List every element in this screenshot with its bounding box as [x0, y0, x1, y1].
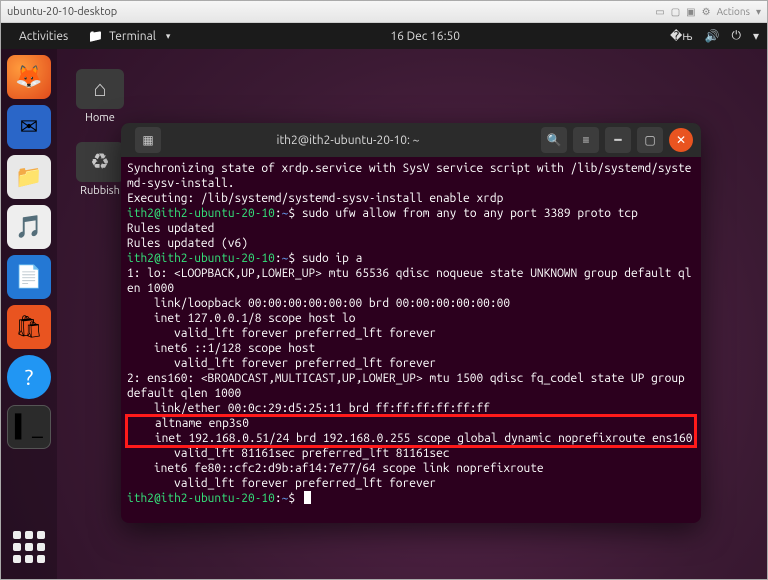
network-icon[interactable]: �њ — [670, 29, 693, 43]
power-icon[interactable]: ⏻ — [731, 29, 741, 43]
home-icon: ⌂ — [76, 69, 124, 109]
new-tab-button[interactable]: ▦ — [135, 127, 161, 153]
vm-actions-label[interactable]: Actions — [717, 6, 750, 17]
activities-button[interactable]: Activities — [9, 30, 78, 43]
search-button[interactable]: 🔍 — [541, 127, 567, 153]
hamburger-menu-button[interactable]: ≡ — [573, 127, 599, 153]
minimize-button[interactable]: ━ — [605, 127, 631, 153]
chevron-down-icon[interactable]: ▾ — [756, 6, 761, 18]
terminal-output[interactable]: Synchronizing state of xrdp.service with… — [121, 157, 701, 523]
chevron-down-icon[interactable]: ▾ — [753, 29, 759, 43]
desktop-rubbish-label: Rubbish — [80, 185, 120, 197]
close-button[interactable]: ✕ — [669, 128, 693, 152]
vm-max-icon[interactable]: ▢ — [671, 6, 680, 18]
highlighted-ip-output: altname enp3s0 inet 192.168.0.51/24 brd … — [127, 416, 695, 446]
vm-close-icon[interactable]: ▣ — [686, 6, 695, 18]
trash-icon: ♻ — [76, 142, 124, 182]
terminal-titlebar[interactable]: ▦ ith2@ith2-ubuntu-20-10: ~ 🔍 ≡ ━ ▢ ✕ — [121, 123, 701, 157]
terminal-app-icon — [88, 29, 103, 43]
dock-thunderbird[interactable]: ✉ — [7, 105, 51, 149]
app-menu-label: Terminal — [109, 30, 156, 43]
gear-icon[interactable]: ⚙ — [702, 6, 711, 18]
show-applications-button[interactable] — [7, 525, 51, 569]
terminal-title: ith2@ith2-ubuntu-20-10: ~ — [161, 134, 535, 147]
vm-window-frame: ubuntu-20-10-desktop ▭ ▢ ▣ ⚙ Actions ▾ A… — [0, 0, 768, 580]
terminal-cursor — [304, 491, 311, 504]
dock-files[interactable]: 📁 — [7, 155, 51, 199]
dock-help[interactable]: ? — [7, 355, 51, 399]
dock-rhythmbox[interactable]: 🎵 — [7, 205, 51, 249]
desktop-home-label: Home — [85, 112, 115, 124]
dock-software[interactable]: 🛍 — [7, 305, 51, 349]
app-menu[interactable]: Terminal — [78, 29, 180, 43]
vm-title: ubuntu-20-10-desktop — [7, 6, 117, 18]
maximize-button[interactable]: ▢ — [637, 127, 663, 153]
clock[interactable]: 16 Dec 16:50 — [180, 30, 670, 43]
dock: 🦊 ✉ 📁 🎵 📄 🛍 ? ▍_ — [1, 49, 57, 579]
gnome-topbar: Activities Terminal 16 Dec 16:50 �њ 🔊 ⏻ … — [1, 23, 767, 49]
dock-terminal[interactable]: ▍_ — [7, 405, 51, 449]
volume-icon[interactable]: 🔊 — [705, 29, 720, 43]
desktop-home-folder[interactable]: ⌂ Home — [71, 69, 129, 124]
vm-min-icon[interactable]: ▭ — [655, 6, 664, 18]
dock-firefox[interactable]: 🦊 — [7, 55, 51, 99]
vm-titlebar[interactable]: ubuntu-20-10-desktop ▭ ▢ ▣ ⚙ Actions ▾ — [1, 1, 767, 23]
ubuntu-desktop: Activities Terminal 16 Dec 16:50 �њ 🔊 ⏻ … — [1, 23, 767, 579]
dock-libreoffice[interactable]: 📄 — [7, 255, 51, 299]
terminal-window: ▦ ith2@ith2-ubuntu-20-10: ~ 🔍 ≡ ━ ▢ ✕ Sy… — [121, 123, 701, 523]
